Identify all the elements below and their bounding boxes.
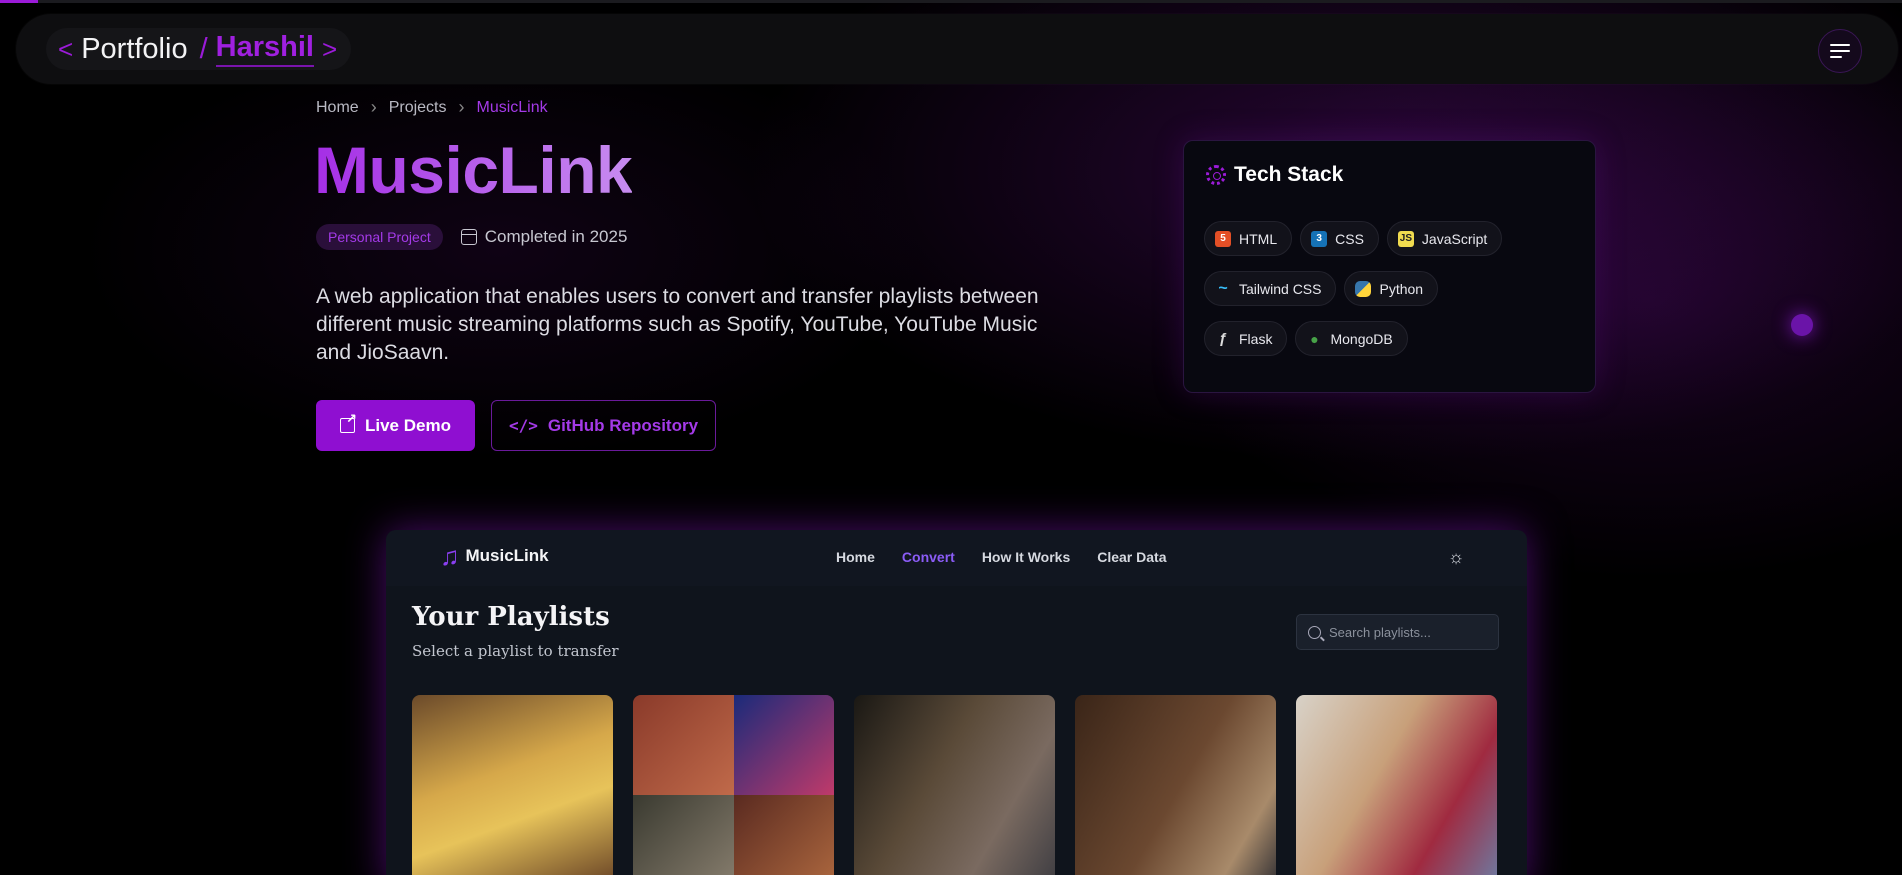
live-demo-label: Live Demo xyxy=(365,415,451,435)
preview-nav-how-it-works: How It Works xyxy=(981,549,1071,565)
brand-right-angle: > xyxy=(321,33,338,64)
tech-stack-card: Tech Stack 5 HTML 3 CSS JS JavaScript ~ Tail… xyxy=(1183,140,1596,393)
scroll-progress-fill xyxy=(0,0,38,3)
playlist-cover-3 xyxy=(854,695,1055,875)
tech-chip-label: HTML xyxy=(1239,230,1278,247)
calendar-icon xyxy=(460,229,477,245)
chevron-right-icon: › xyxy=(458,97,465,117)
tech-stack-title: Tech Stack xyxy=(1234,163,1344,186)
tech-chip-tailwind: ~ Tailwind CSS xyxy=(1204,271,1337,306)
preview-nav-clear-data: Clear Data xyxy=(1097,549,1167,565)
python-icon xyxy=(1355,280,1372,297)
preview-nav-home: Home xyxy=(836,549,875,565)
playlist-cards xyxy=(412,695,1497,875)
tech-chip-label: Flask xyxy=(1239,330,1273,347)
playlist-cover-4 xyxy=(1075,695,1276,875)
preview-search-box: Search playlists... xyxy=(1296,614,1499,650)
music-note-icon: ♫ xyxy=(440,541,460,571)
breadcrumb: Home › Projects › MusicLink xyxy=(316,97,548,118)
project-meta: Personal Project Completed in 2025 xyxy=(316,224,627,250)
playlist-cover-1 xyxy=(412,695,613,875)
hamburger-icon xyxy=(1830,44,1850,58)
tech-chip-javascript: JS JavaScript xyxy=(1386,221,1503,256)
tailwind-icon: ~ xyxy=(1218,279,1228,297)
external-link-icon xyxy=(340,411,357,433)
github-repository-button[interactable]: </> GitHub Repository xyxy=(491,400,716,451)
brand-name: Harshil xyxy=(215,31,314,67)
tech-chip-flask: ƒ Flask xyxy=(1204,321,1288,356)
preview-search-placeholder: Search playlists... xyxy=(1329,624,1431,640)
preview-nav-links: Home Convert How It Works Clear Data xyxy=(836,549,1167,565)
tech-chip-label: MongoDB xyxy=(1330,330,1393,347)
menu-button[interactable] xyxy=(1818,29,1862,73)
brand-word: Portfolio xyxy=(81,32,188,65)
playlist-cover-2 xyxy=(633,695,834,875)
search-icon xyxy=(1308,625,1321,639)
completion-info: Completed in 2025 xyxy=(460,227,628,247)
project-type-badge: Personal Project xyxy=(316,224,443,250)
tech-chip-label: Python xyxy=(1379,280,1424,297)
breadcrumb-projects[interactable]: Projects xyxy=(389,99,447,117)
html5-icon: 5 xyxy=(1215,230,1231,247)
github-label: GitHub Repository xyxy=(547,415,699,435)
decorative-orb xyxy=(1791,314,1813,336)
brand-left-angle: < xyxy=(58,33,74,64)
scroll-progress-bar xyxy=(0,0,1902,3)
tech-chip-label: Tailwind CSS xyxy=(1239,280,1322,297)
tech-chip-list: 5 HTML 3 CSS JS JavaScript ~ Tailwind CSS Py… xyxy=(1204,221,1584,371)
playlist-cover-5 xyxy=(1296,695,1497,875)
brand-slash: / xyxy=(199,32,208,65)
completion-text: Completed in 2025 xyxy=(484,227,628,246)
tech-chip-label: JavaScript xyxy=(1421,230,1488,247)
tech-chip-html: 5 HTML xyxy=(1204,221,1293,256)
mongodb-icon: ● xyxy=(1310,330,1319,347)
gear-icon xyxy=(1206,165,1226,185)
css3-icon: 3 xyxy=(1311,230,1328,247)
flask-icon: ƒ xyxy=(1218,330,1228,347)
tech-stack-header: Tech Stack xyxy=(1206,163,1343,187)
preview-subheading: Select a playlist to transfer xyxy=(412,642,619,660)
preview-logo: ♫ MusicLink xyxy=(440,541,549,571)
preview-navbar: ♫ MusicLink Home Convert How It Works Cl… xyxy=(386,530,1527,586)
tech-chip-python: Python xyxy=(1344,271,1439,306)
live-demo-button[interactable]: Live Demo xyxy=(316,400,475,451)
preview-heading: Your Playlists xyxy=(412,602,610,632)
tech-chip-mongodb: ● MongoDB xyxy=(1295,321,1408,356)
brand-logo[interactable]: < Portfolio / Harshil > xyxy=(46,28,352,70)
app-preview-screenshot: ♫ MusicLink Home Convert How It Works Cl… xyxy=(386,530,1527,875)
tech-chip-label: CSS xyxy=(1335,230,1364,247)
code-icon: </> xyxy=(508,416,538,435)
sun-icon: ☼ xyxy=(1447,546,1465,567)
preview-logo-text: MusicLink xyxy=(465,546,549,565)
breadcrumb-current: MusicLink xyxy=(476,98,548,116)
breadcrumb-home[interactable]: Home xyxy=(316,99,359,117)
project-description: A web application that enables users to … xyxy=(316,285,1039,364)
top-navbar: < Portfolio / Harshil > xyxy=(16,14,1898,84)
preview-nav-convert: Convert xyxy=(901,549,955,565)
tech-chip-css: 3 CSS xyxy=(1300,221,1379,256)
chevron-right-icon: › xyxy=(370,97,377,117)
javascript-icon: JS xyxy=(1397,230,1414,247)
page-title: MusicLink xyxy=(314,133,633,207)
